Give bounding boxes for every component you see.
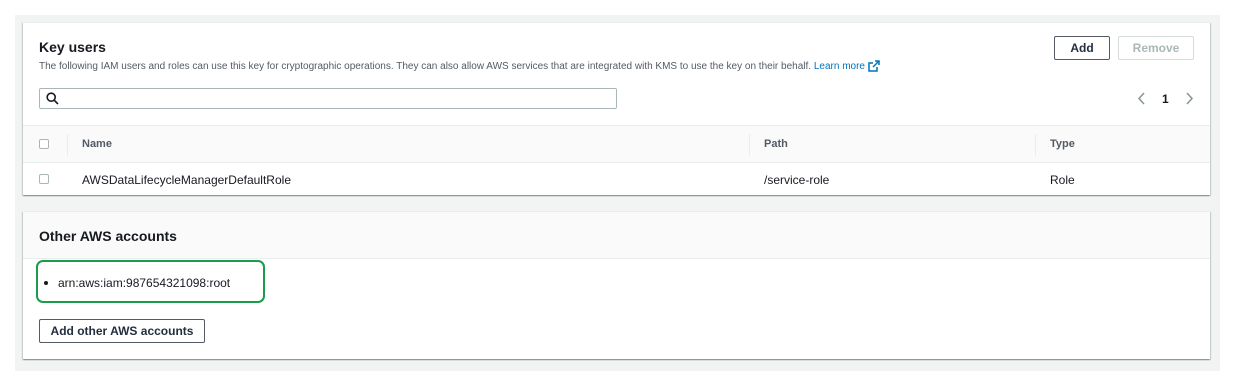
column-header-type[interactable]: Type bbox=[1050, 138, 1075, 150]
current-page-number[interactable]: 1 bbox=[1162, 92, 1169, 106]
other-aws-accounts-panel: Other AWS accounts arn:aws:iam:987654321… bbox=[23, 211, 1210, 359]
other-aws-accounts-title: Other AWS accounts bbox=[39, 228, 177, 244]
key-users-panel: Key users The following IAM users and ro… bbox=[23, 22, 1210, 195]
bullet bbox=[44, 281, 48, 285]
external-link-icon bbox=[868, 60, 880, 75]
key-users-description-text: The following IAM users and roles can us… bbox=[39, 61, 812, 72]
row-checkbox[interactable] bbox=[39, 174, 49, 184]
key-users-search-input[interactable] bbox=[39, 88, 617, 109]
row-type: Role bbox=[1050, 173, 1075, 187]
other-aws-accounts-header: Other AWS accounts bbox=[23, 212, 1210, 259]
remove-key-user-button[interactable]: Remove bbox=[1118, 36, 1194, 60]
learn-more-label: Learn more bbox=[813, 61, 865, 72]
learn-more-link[interactable]: Learn more bbox=[813, 60, 880, 75]
column-header-name[interactable]: Name bbox=[82, 138, 112, 150]
key-users-table-header: Name Path Type bbox=[23, 125, 1210, 163]
next-page-button[interactable] bbox=[1185, 92, 1194, 108]
add-key-user-button[interactable]: Add bbox=[1054, 36, 1110, 60]
column-divider bbox=[1035, 134, 1036, 156]
column-divider bbox=[67, 134, 68, 156]
key-users-title: Key users bbox=[39, 39, 106, 55]
list-item: arn:aws:iam:987654321098:root bbox=[44, 276, 230, 290]
add-other-aws-accounts-button[interactable]: Add other AWS accounts bbox=[39, 319, 205, 343]
row-name: AWSDataLifecycleManagerDefaultRole bbox=[82, 173, 291, 187]
table-row[interactable]: AWSDataLifecycleManagerDefaultRole /serv… bbox=[23, 163, 1210, 195]
previous-page-button[interactable] bbox=[1137, 92, 1146, 108]
account-arn: arn:aws:iam:987654321098:root bbox=[58, 276, 231, 290]
column-header-path[interactable]: Path bbox=[764, 138, 788, 150]
key-users-description: The following IAM users and roles can us… bbox=[39, 60, 880, 75]
search-icon bbox=[46, 92, 59, 110]
row-path: /service-role bbox=[764, 173, 830, 187]
select-all-checkbox[interactable] bbox=[39, 139, 49, 149]
column-divider bbox=[749, 134, 750, 156]
